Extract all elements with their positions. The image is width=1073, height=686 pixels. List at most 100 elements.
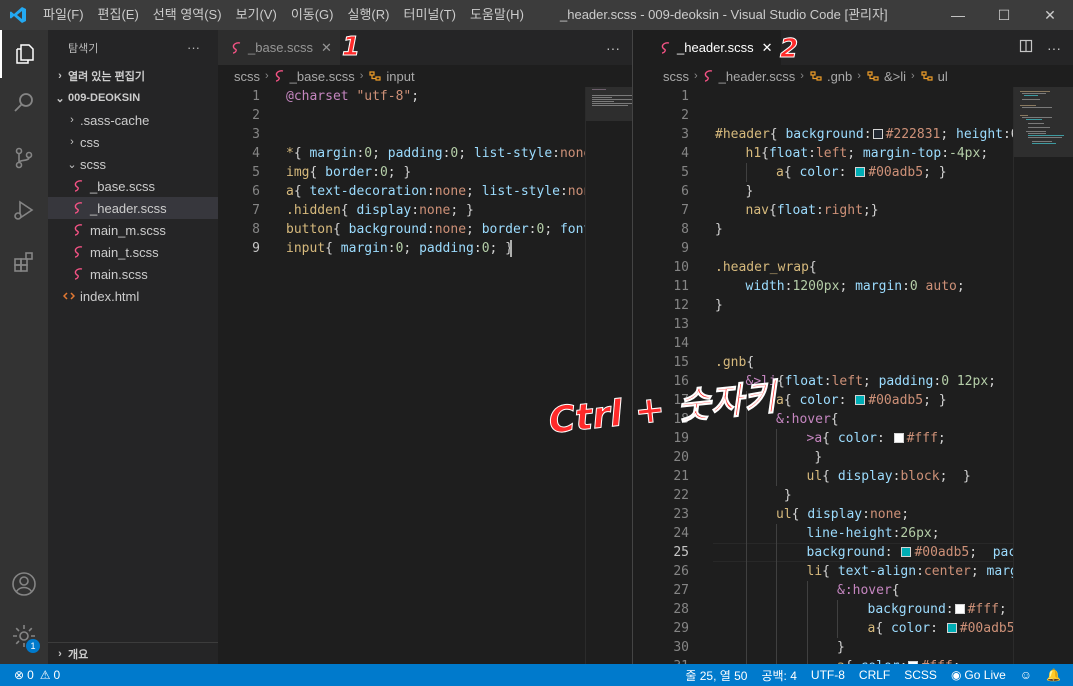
outline-section[interactable]: › 개요 — [48, 642, 218, 664]
problems-indicator[interactable]: ⊗ 0 ⚠ 0 — [0, 668, 67, 682]
tree-item[interactable]: _base.scss — [48, 175, 218, 197]
line-text: >a{ color: #fff; — [807, 429, 946, 448]
color-swatch[interactable] — [855, 395, 866, 405]
source-control-icon[interactable] — [0, 134, 48, 182]
line-number: 1 — [681, 89, 689, 104]
end-of-line[interactable]: CRLF — [852, 668, 897, 682]
color-swatch[interactable] — [946, 623, 957, 633]
go-live-button[interactable]: ◉ Go Live — [944, 668, 1013, 682]
selector-icon — [809, 70, 823, 82]
line-number: 6 — [252, 184, 260, 199]
open-editors-section[interactable]: › 열려 있는 편집기 — [48, 65, 218, 87]
editor-more-button[interactable]: ··· — [1047, 40, 1061, 56]
explorer-more-button[interactable]: ··· — [187, 40, 200, 55]
code-token: margin — [340, 241, 388, 256]
tab-header-scss[interactable]: _header.scss ✕ — [647, 30, 782, 65]
breadcrumb-item[interactable]: scss — [234, 69, 260, 84]
minimap-2[interactable] — [1013, 87, 1073, 664]
code-token: { — [822, 564, 838, 579]
tree-item[interactable]: main_m.scss — [48, 219, 218, 241]
code-token: button — [286, 222, 333, 237]
language-mode[interactable]: SCSS — [897, 668, 944, 682]
tab-close-icon[interactable]: ✕ — [762, 40, 773, 56]
menu-item[interactable]: 편집(E) — [91, 0, 146, 30]
indent-guide — [745, 448, 747, 467]
menu-item[interactable]: 도움말(H) — [463, 0, 531, 30]
extensions-icon[interactable] — [0, 238, 48, 286]
code-token: : — [863, 127, 872, 142]
breadcrumb-item[interactable]: _header.scss — [719, 69, 796, 84]
indent-guide — [745, 657, 747, 664]
chevron-right-icon: › — [359, 70, 364, 82]
code-token: { — [776, 374, 785, 389]
sass-file-icon — [72, 224, 86, 236]
code-token: list-style — [473, 146, 553, 161]
menu-item[interactable]: 파일(F) — [36, 0, 91, 30]
tree-item-label: .sass-cache — [80, 112, 150, 128]
explorer-sidebar: 탐색기 ··· › 열려 있는 편집기 ⌄ 009-DEOKSIN › .sass… — [48, 30, 218, 664]
explorer-header: 탐색기 ··· — [48, 30, 218, 65]
code-line: 6} — [647, 182, 1073, 201]
menu-item[interactable]: 실행(R) — [341, 0, 397, 30]
breadcrumb-item[interactable]: _base.scss — [290, 69, 355, 84]
menu-item[interactable]: 터미널(T) — [396, 0, 462, 30]
notifications-bell-icon[interactable]: 🔔 — [1039, 668, 1073, 682]
code-token: : — [552, 146, 560, 161]
color-swatch[interactable] — [893, 433, 904, 443]
explorer-icon[interactable] — [0, 30, 48, 78]
feedback-icon[interactable]: ☺ — [1013, 668, 1039, 682]
maximize-button[interactable]: ☐ — [981, 0, 1027, 30]
encoding[interactable]: UTF-8 — [804, 668, 852, 682]
run-debug-icon[interactable] — [0, 186, 48, 234]
tree-item[interactable]: _header.scss — [48, 197, 218, 219]
breadcrumb-item[interactable]: ul — [938, 69, 948, 84]
cursor-position[interactable]: 줄 25, 열 50 — [678, 667, 754, 684]
code-token: 0 — [909, 279, 918, 294]
line-text: } — [715, 220, 723, 239]
minimize-button[interactable]: — — [935, 0, 981, 30]
tab-close-icon[interactable]: ✕ — [321, 40, 332, 56]
color-swatch[interactable] — [901, 547, 912, 557]
editor-more-button[interactable]: ··· — [606, 40, 620, 56]
line-number: 23 — [673, 507, 689, 522]
breadcrumb-item[interactable]: .gnb — [827, 69, 852, 84]
tree-item[interactable]: › .sass-cache — [48, 109, 218, 131]
close-window-button[interactable]: ✕ — [1027, 0, 1073, 30]
indentation[interactable]: 공백: 4 — [754, 667, 803, 684]
tree-item[interactable]: index.html — [48, 285, 218, 307]
color-swatch[interactable] — [872, 129, 883, 139]
editor-split-divider[interactable] — [632, 30, 647, 664]
breadcrumb-item[interactable]: scss — [663, 69, 689, 84]
settings-gear-icon[interactable]: 1 — [0, 612, 48, 660]
tree-item[interactable]: ⌄ scss — [48, 153, 218, 175]
account-icon[interactable] — [0, 560, 48, 608]
menu-item[interactable]: 이동(G) — [284, 0, 341, 30]
sass-file-icon — [72, 246, 86, 258]
code-token: background — [806, 545, 885, 560]
project-section[interactable]: ⌄ 009-DEOKSIN — [48, 87, 218, 109]
code-line: 2 — [218, 106, 632, 125]
code-token: ; — [839, 279, 856, 294]
breadcrumb-item[interactable]: input — [386, 69, 414, 84]
tree-item[interactable]: › css — [48, 131, 218, 153]
line-number: 8 — [681, 222, 689, 237]
tree-item[interactable]: main.scss — [48, 263, 218, 285]
breadcrumb-item[interactable]: &>li — [884, 69, 906, 84]
code-token: a — [776, 393, 784, 408]
tree-item[interactable]: main_t.scss — [48, 241, 218, 263]
search-icon[interactable] — [0, 78, 48, 126]
code-line: 13 — [647, 315, 1073, 334]
split-editor-icon[interactable] — [1019, 39, 1033, 56]
code-token: .hidden — [286, 203, 341, 218]
code-editor-1[interactable]: 1 @charset "utf-8"; 2 3 4 *{ margin:0; paddin… — [218, 87, 632, 664]
sass-file-icon — [274, 70, 286, 82]
color-swatch[interactable] — [855, 167, 866, 177]
indent-guide — [776, 429, 777, 448]
code-token: ; } — [923, 165, 947, 180]
tab-base-scss[interactable]: _base.scss ✕ — [218, 30, 341, 65]
line-text: ul{ display:block; } — [807, 467, 971, 486]
menu-item[interactable]: 보기(V) — [229, 0, 284, 30]
line-number: 31 — [647, 657, 689, 664]
menu-item[interactable]: 선택 영역(S) — [146, 0, 229, 30]
color-swatch[interactable] — [954, 604, 965, 614]
